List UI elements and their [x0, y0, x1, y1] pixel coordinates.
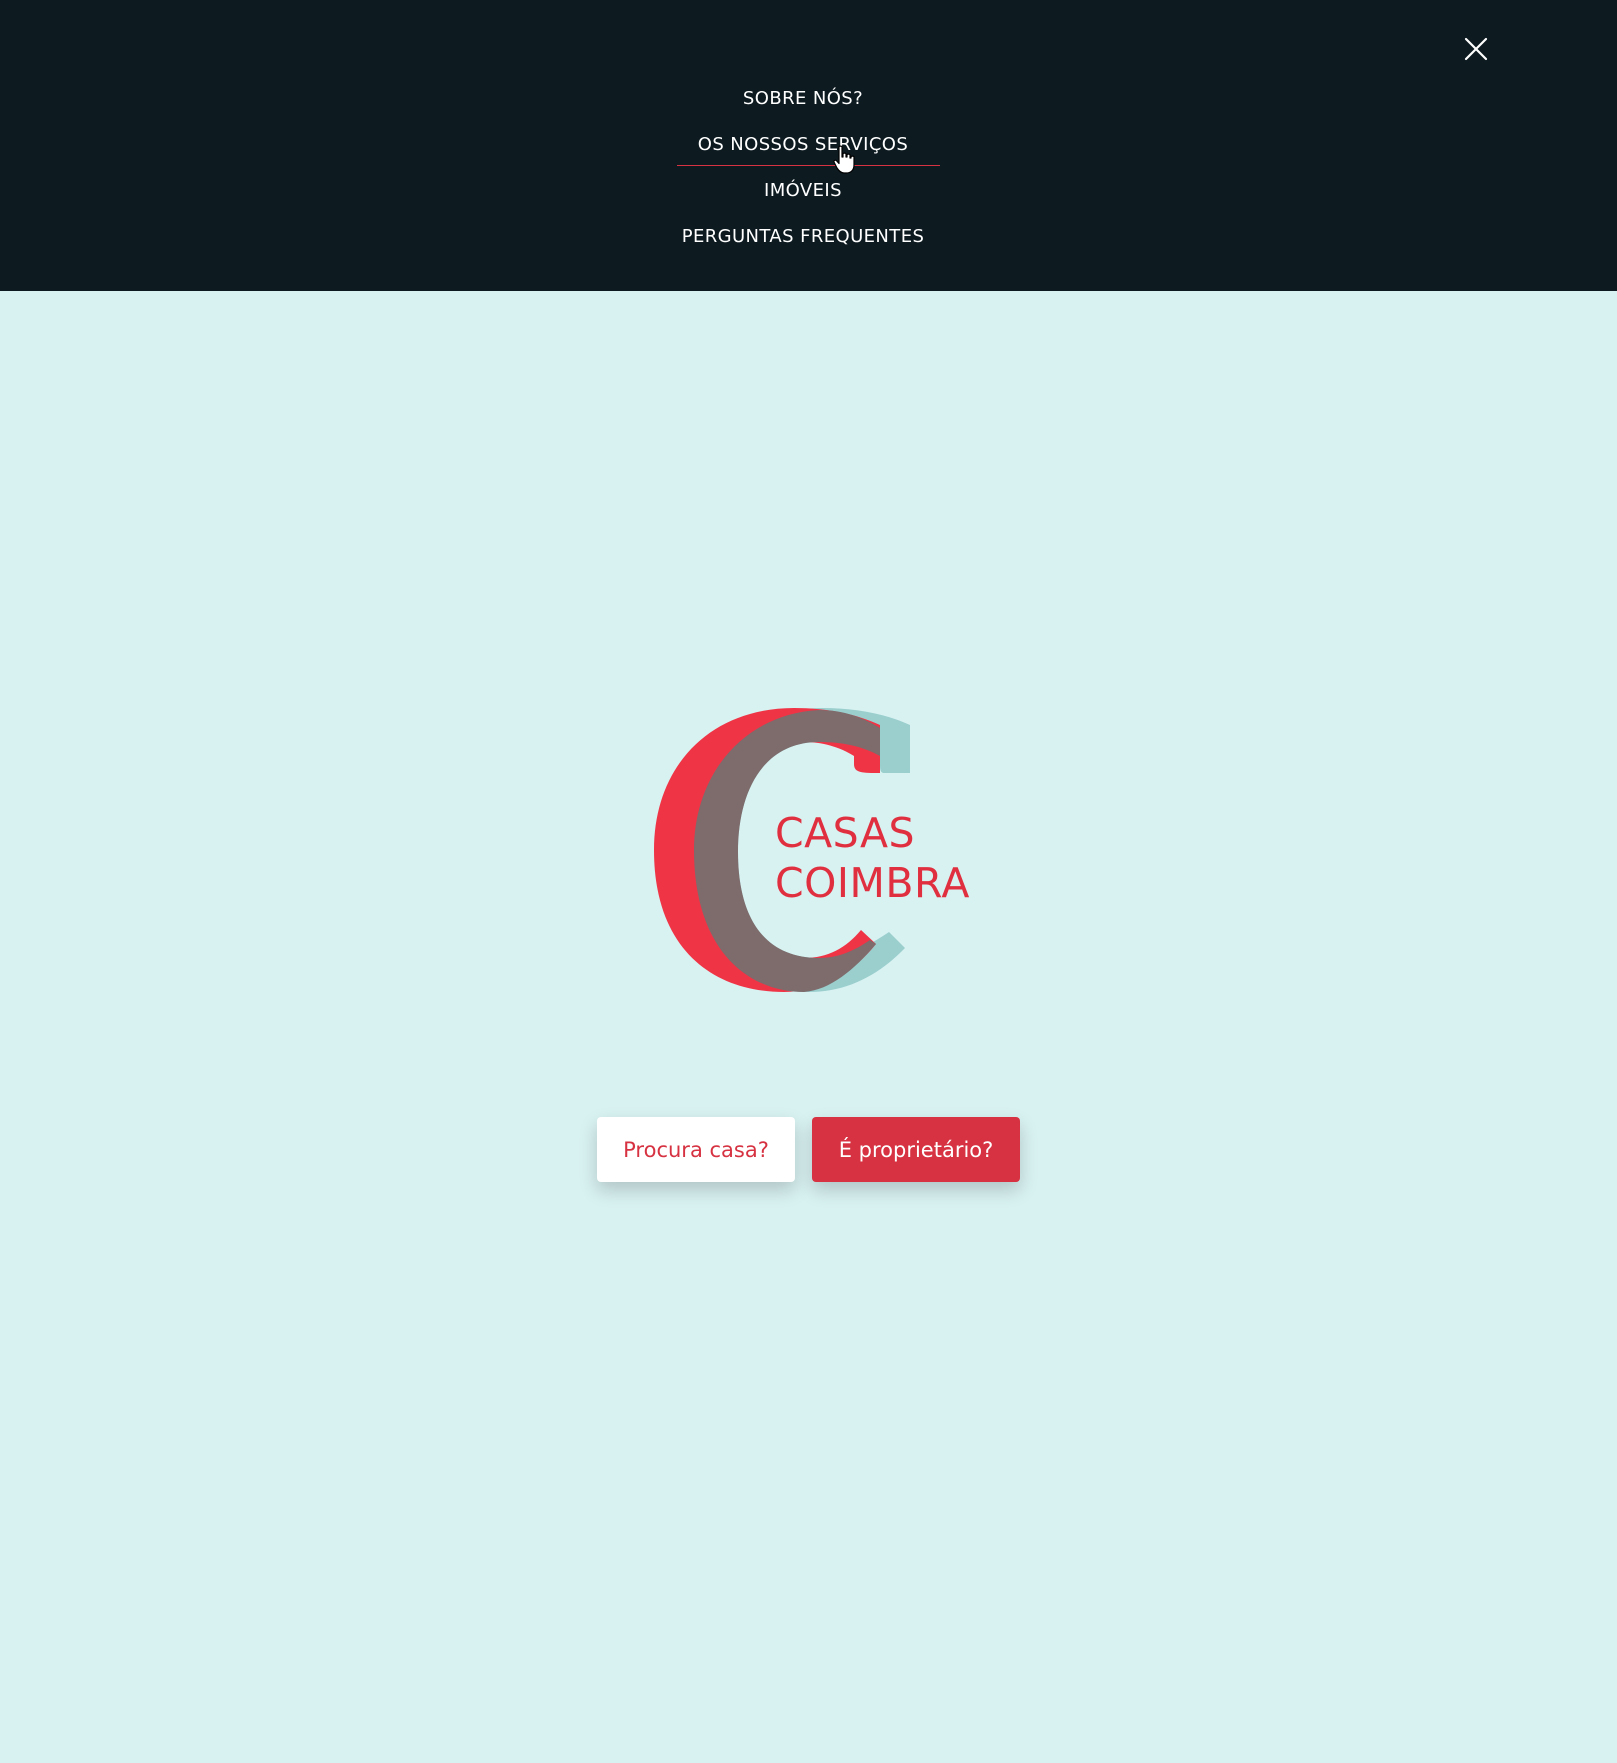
nav-link-services[interactable]: OS NOSSOS SERVIÇOS: [698, 122, 908, 168]
logo-wordmark: CASAS COIMBRA: [775, 808, 970, 908]
navigation-overlay: SOBRE NÓS? OS NOSSOS SERVIÇOS IMÓVEIS PE…: [0, 0, 1617, 291]
procura-casa-button[interactable]: Procura casa?: [597, 1117, 795, 1182]
close-menu-button[interactable]: [1460, 33, 1492, 65]
nav-item-properties: IMÓVEIS: [0, 168, 1606, 214]
logo-line-coimbra: COIMBRA: [775, 859, 970, 907]
nav-link-about[interactable]: SOBRE NÓS?: [743, 76, 863, 122]
logo-line-casas: CASAS: [775, 809, 916, 857]
e-proprietario-button[interactable]: É proprietário?: [812, 1117, 1020, 1182]
nav-item-services: OS NOSSOS SERVIÇOS: [0, 122, 1606, 168]
nav-link-properties[interactable]: IMÓVEIS: [764, 168, 842, 214]
nav-link-faq[interactable]: PERGUNTAS FREQUENTES: [682, 214, 925, 260]
nav-item-about: SOBRE NÓS?: [0, 76, 1606, 122]
nav-menu: SOBRE NÓS? OS NOSSOS SERVIÇOS IMÓVEIS PE…: [0, 76, 1606, 260]
hand-cursor-icon: [833, 145, 855, 174]
close-icon: [1464, 37, 1488, 61]
active-nav-underline: [677, 165, 940, 166]
nav-item-faq: PERGUNTAS FREQUENTES: [0, 214, 1606, 260]
